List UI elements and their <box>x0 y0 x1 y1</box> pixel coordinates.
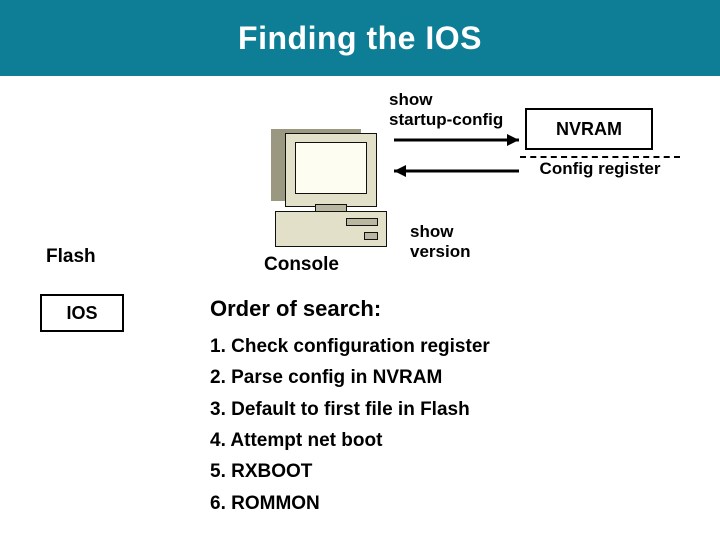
ios-box: IOS <box>40 294 124 332</box>
cmd-text: show <box>389 90 432 109</box>
cmd-text: show <box>410 222 453 241</box>
order-item: 2. Parse config in NVRAM <box>210 362 490 393</box>
diagram-stage: Flash IOS Console NVRAM Config register … <box>0 76 720 540</box>
order-item: 6. ROMMON <box>210 488 490 519</box>
title-bar: Finding the IOS <box>0 0 720 76</box>
order-item: 3. Default to first file in Flash <box>210 394 490 425</box>
config-register-label: Config register <box>520 156 680 183</box>
nvram-box: NVRAM <box>525 108 653 150</box>
cmd-text: version <box>410 242 470 261</box>
order-item: 4. Attempt net boot <box>210 425 490 456</box>
flash-label: Flash <box>46 246 96 268</box>
show-version-label: show version <box>410 222 470 261</box>
arrow-from-nvram <box>394 165 519 177</box>
console-label: Console <box>264 254 339 276</box>
nvram-label: NVRAM <box>556 119 622 140</box>
arrow-to-nvram <box>394 134 519 146</box>
order-heading: Order of search: <box>210 296 381 322</box>
computer-icon <box>275 133 385 253</box>
show-startup-config-label: show startup-config <box>389 90 503 129</box>
order-item: 1. Check configuration register <box>210 331 490 362</box>
page-title: Finding the IOS <box>238 20 482 57</box>
ios-label: IOS <box>66 303 97 324</box>
order-list: 1. Check configuration register 2. Parse… <box>210 331 490 519</box>
cmd-text: startup-config <box>389 110 503 129</box>
order-item: 5. RXBOOT <box>210 456 490 487</box>
